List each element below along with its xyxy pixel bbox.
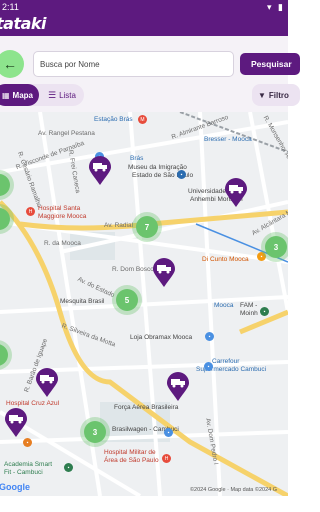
map-label: Hospital Cruz Azul [6, 400, 60, 407]
map-icon: ▦ [1, 90, 10, 100]
museum-icon[interactable]: ▪ [177, 170, 186, 179]
map-view-label: Mapa [12, 90, 33, 100]
map-label: Bresser - Mooca [204, 136, 252, 143]
map-label: Di Cunto Mooca [202, 256, 249, 263]
map-view-button[interactable]: ▦ Mapa [0, 84, 39, 106]
map-label: Av. Rangel Pestana [38, 130, 95, 137]
truck-pin-icon[interactable] [224, 178, 248, 208]
truck-pin-icon[interactable] [166, 372, 190, 402]
search-input[interactable] [33, 51, 234, 77]
map-label: Mooca [214, 302, 234, 309]
map-label: Hospital Santa [38, 205, 81, 212]
store-icon[interactable]: ▪ [204, 362, 213, 371]
hospital-icon[interactable]: H [162, 454, 171, 463]
map-label: R. da Mooca [44, 240, 81, 247]
list-view-label: Lista [59, 90, 76, 100]
brand-logo: tataki [0, 14, 47, 33]
map-label: Academia Smart [4, 461, 53, 468]
filter-label: Filtro [268, 90, 289, 100]
search-button[interactable]: Pesquisar [240, 53, 300, 75]
list-icon: ☰ [48, 89, 57, 100]
map-label: R. Dom Bosco [112, 266, 154, 273]
map-label: FAM - [240, 302, 258, 309]
map-label: Loja Obramax Mooca [130, 334, 193, 341]
map-label: Fit - Cambuci [4, 469, 43, 476]
bottom-bar [0, 496, 288, 512]
map-label: Carrefour [212, 358, 240, 365]
map-label: Brás [130, 155, 144, 162]
truck-pin-icon[interactable] [88, 156, 112, 186]
truck-pin-icon[interactable] [4, 408, 28, 438]
food-icon[interactable]: ▪ [257, 252, 266, 261]
map-label: Moinh [240, 310, 258, 317]
map-attribution[interactable]: ©2024 Google · Map data ©2024 G [190, 487, 277, 493]
filter-button[interactable]: ▼ Filtro [252, 84, 300, 106]
school-icon[interactable]: ▪ [260, 307, 269, 316]
truck-pin-icon[interactable] [152, 258, 176, 288]
map-cluster[interactable]: 7 [136, 216, 158, 238]
map-cluster[interactable]: 5 [116, 289, 138, 311]
map-label: Estação Brás [94, 116, 133, 123]
map-label: Hospital Militar de [104, 449, 156, 456]
map-cluster[interactable]: 3 [265, 236, 287, 258]
metro-icon[interactable]: M [138, 115, 147, 124]
hospital-icon[interactable]: H [26, 207, 35, 216]
status-icons: ▾ ▮ [267, 2, 285, 12]
gym-icon[interactable]: ▪ [64, 463, 73, 472]
status-time: 2:11 [2, 2, 19, 12]
map-label: Força Aérea Brasileira [114, 404, 179, 411]
store-icon[interactable]: ▪ [205, 332, 214, 341]
map-label: Av. Radial [104, 222, 134, 229]
app-bar: 2:11 ▾ ▮ tataki [0, 0, 288, 36]
map-label: Universidade [188, 188, 226, 195]
filter-icon: ▼ [258, 90, 266, 100]
car-icon[interactable]: ▪ [164, 428, 173, 437]
map-view[interactable]: Estação Brás Av. Rangel Pestana Bresser … [0, 112, 288, 496]
google-logo: Google [0, 482, 30, 492]
arrow-left-icon: ← [3, 56, 17, 72]
map-cluster[interactable]: 3 [84, 421, 106, 443]
truck-pin-icon[interactable] [35, 368, 59, 398]
list-view-button[interactable]: ☰ Lista [40, 84, 84, 106]
map-label: Maggiore Mooca [38, 213, 87, 220]
map-label: Mesquita Brasil [60, 298, 105, 305]
store-icon[interactable]: ▪ [23, 438, 32, 447]
map-label: Área de São Paulo [104, 457, 159, 464]
